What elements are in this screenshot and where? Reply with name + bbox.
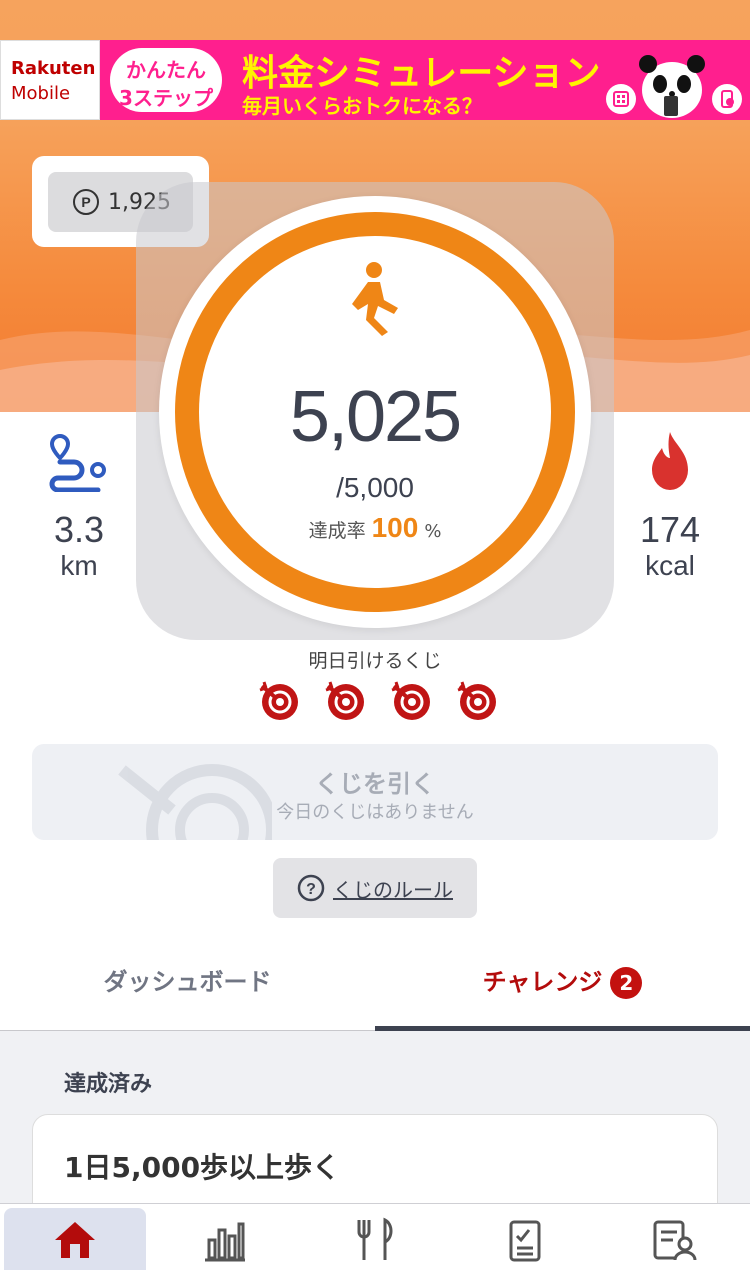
draw-lottery-label: くじを引く [315, 770, 435, 798]
nav-home[interactable] [4, 1208, 146, 1270]
panda-mascot-icon [639, 55, 705, 118]
lottery-ticket-icon [457, 681, 496, 720]
chart-icon [205, 1222, 245, 1261]
flame-icon [652, 432, 688, 490]
nav-profile[interactable] [604, 1208, 746, 1270]
calories-value: 174 [639, 509, 701, 550]
tab-dashboard-label: ダッシュボード [103, 968, 272, 996]
brand-name: Rakuten [11, 58, 96, 79]
lottery-rules-label: くじのルール [333, 877, 453, 902]
pill-line2: 3ステップ [119, 86, 213, 110]
lottery-rules-button[interactable]: ? くじのルール [273, 858, 477, 918]
step-count: 5,025 [289, 377, 462, 457]
sim-icon [606, 84, 636, 114]
ad-subtitle: 毎月いくらおトクになる？ [242, 94, 482, 118]
nav-meal[interactable] [304, 1208, 446, 1270]
rate-unit: % [424, 521, 442, 542]
lottery-ticket-icon [259, 681, 298, 720]
challenge-count-badge: 2 [610, 967, 643, 999]
bottom-nav [0, 1203, 750, 1270]
lottery-label: 明日引けるくじ [308, 650, 442, 672]
app-screen: Rakuten Mobile かんたん 3ステップ 料金シミュレーション 毎月い… [0, 0, 750, 1270]
phone-yen-icon [712, 84, 742, 114]
walking-icon [352, 262, 398, 336]
svg-text:P: P [81, 194, 90, 210]
steps-pill: かんたん 3ステップ [110, 48, 222, 112]
nav-tasks[interactable] [454, 1208, 596, 1270]
draw-lottery-button[interactable]: くじを引く 今日のくじはありません [32, 744, 718, 840]
brand-sub: Mobile [11, 83, 71, 104]
checklist-icon [509, 1220, 541, 1261]
distance-stat: 3.3 km [24, 510, 134, 582]
tab-challenge[interactable]: チャレンジ 2 [375, 962, 750, 1006]
lottery-tickets [258, 680, 498, 724]
pill-line1: かんたん [126, 58, 206, 82]
ad-title: 料金シミュレーション [242, 53, 601, 94]
profile-icon [653, 1220, 697, 1260]
nav-activity[interactable] [154, 1208, 296, 1270]
calories-unit: kcal [645, 550, 695, 581]
tab-dashboard[interactable]: ダッシュボード [0, 962, 375, 1006]
rate-value: 100 [371, 512, 419, 543]
route-icon [49, 433, 106, 492]
distance-value: 3.3 [53, 509, 105, 550]
meal-icon [357, 1217, 393, 1260]
draw-lottery-sub: 今日のくじはありません [276, 802, 474, 823]
rate-label: 達成率 [308, 520, 366, 542]
distance-unit: km [60, 550, 98, 581]
tab-challenge-label: チャレンジ [482, 968, 603, 996]
ad-banner[interactable]: Rakuten Mobile かんたん 3ステップ 料金シミュレーション 毎月い… [0, 40, 750, 120]
help-icon: ? [297, 874, 325, 902]
rakuten-logo: Rakuten Mobile [0, 40, 100, 120]
svg-text:?: ? [306, 881, 316, 898]
calories-stat: 174 kcal [615, 510, 725, 582]
home-icon [55, 1221, 95, 1258]
achievement-rate: 達成率 100% [175, 512, 575, 544]
section-title: 達成済み [64, 1072, 153, 1097]
step-goal: /5,000 [336, 472, 414, 503]
challenge-card-title: 1日5,000歩以上歩く [64, 1151, 341, 1184]
lottery-ticket-icon [391, 681, 430, 720]
points-icon: P [73, 189, 99, 215]
lottery-ticket-icon [325, 681, 364, 720]
